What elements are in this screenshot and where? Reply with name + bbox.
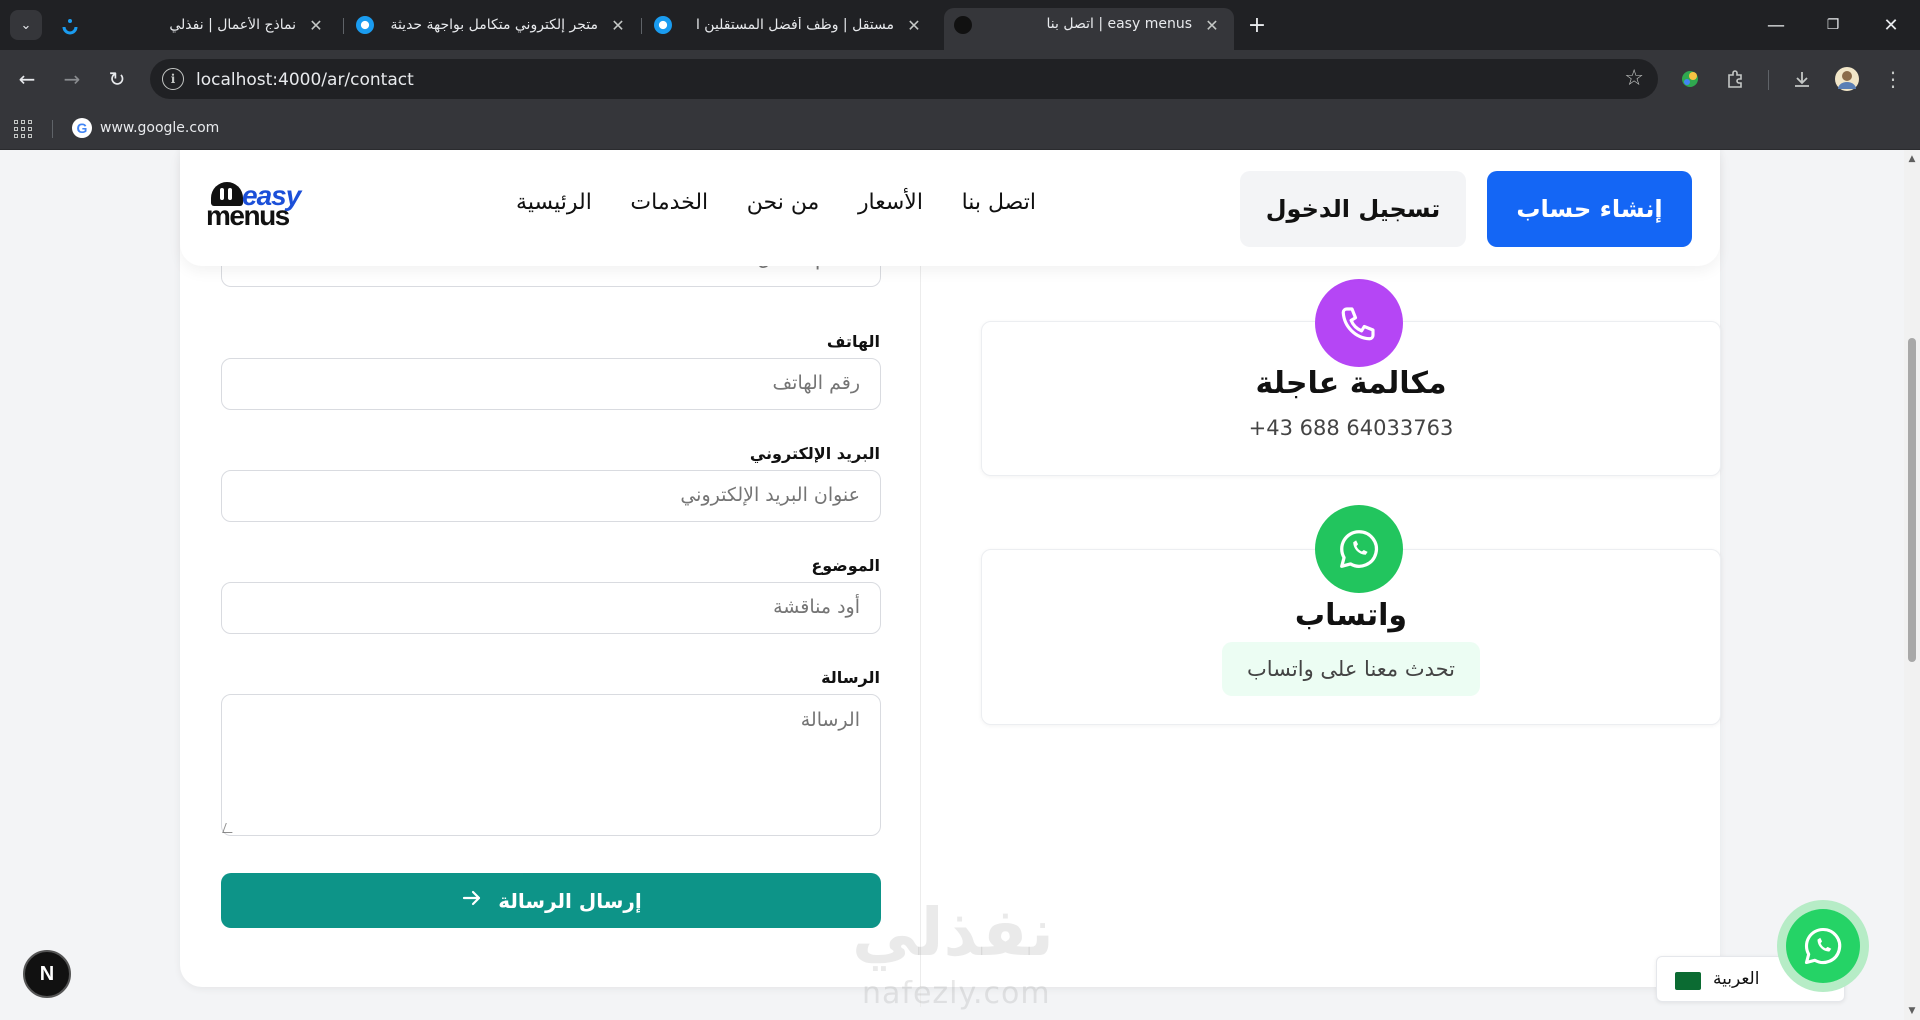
tab-title: مستقل | وظف أفضل المستقلين ا [695,17,894,33]
nav-link-contact[interactable]: اتصل بنا [962,190,1036,224]
tab-separator [343,18,344,34]
extension-colorful-icon[interactable] [1676,65,1704,93]
url-text[interactable]: localhost:4000/ar/contact [196,70,414,90]
mostaql-favicon-icon [356,16,374,34]
arrow-right-icon [460,886,484,915]
downloads-icon[interactable] [1788,65,1816,93]
nav-link-home[interactable]: الرئيسية [516,190,592,224]
send-message-label: إرسال الرسالة [498,888,642,913]
language-label: العربية [1713,969,1760,989]
window-close-button[interactable]: ✕ [1871,8,1911,42]
easy-menus-favicon-icon [954,16,972,34]
login-button[interactable]: تسجيل الدخول [1240,171,1466,247]
scroll-down-arrow-icon[interactable]: ▼ [1907,1006,1917,1016]
tab-mostaql-hire[interactable]: مستقل | وظف أفضل المستقلين ا ✕ [646,8,936,42]
register-button[interactable]: إنشاء حساب [1487,171,1692,247]
mostaql-favicon-icon [654,16,672,34]
phone-placeholder: رقم الهاتف [772,372,860,394]
bookmark-google[interactable]: G www.google.com [72,118,219,138]
reload-button[interactable]: ↻ [101,63,133,95]
floating-whatsapp-button[interactable] [1777,900,1869,992]
scroll-up-arrow-icon[interactable]: ▲ [1907,154,1917,164]
whatsapp-chat-link[interactable]: تحدث معنا على واتساب [1222,642,1480,696]
bookmark-star-icon[interactable]: ☆ [1624,66,1644,91]
profile-avatar-icon[interactable] [1833,65,1861,93]
nav-link-about[interactable]: من نحن [747,190,820,224]
phone-label: الهاتف [826,332,880,351]
tab-title: easy menus | اتصل بنا [1046,16,1193,32]
subject-input[interactable]: أود مناقشة [221,582,881,634]
forward-button[interactable]: → [56,63,88,95]
nafezly-favicon-icon[interactable] [58,14,82,38]
toolbar-separator [1768,70,1769,90]
phone-input[interactable]: رقم الهاتف [221,358,881,410]
saudi-flag-icon [1675,972,1701,990]
email-label: البريد الإلكتروني [749,444,880,463]
nav-link-services[interactable]: الخدمات [630,190,708,224]
close-icon[interactable]: ✕ [306,15,326,35]
tab-contact-active[interactable]: easy menus | اتصل بنا ✕ [944,8,1234,50]
browser-toolbar: ← → ↻ i localhost:4000/ar/contact ☆ ⋮ [0,50,1920,108]
bookmarks-bar: G www.google.com [0,108,1920,150]
close-icon[interactable]: ✕ [1202,15,1222,35]
logo-word-menus: menus [206,200,290,231]
back-button[interactable]: ← [11,63,43,95]
restore-button[interactable]: ❐ [1813,8,1853,42]
scrollbar-thumb[interactable] [1908,338,1916,662]
whatsapp-float-icon [1786,909,1860,983]
extensions-puzzle-icon[interactable] [1722,65,1750,93]
apps-grid-icon[interactable] [14,120,32,138]
phone-icon [1315,279,1403,367]
tab-search-dropdown-button[interactable]: ⌄ [10,10,42,40]
subject-label: الموضوع [811,556,880,575]
tab-title: متجر إلكتروني متكامل بواجهة حديثة [390,17,598,33]
address-bar[interactable]: i localhost:4000/ar/contact ☆ [150,59,1658,99]
browser-tab-bar: ⌄ نماذج الأعمال | نفذلي ✕ متجر إلكتروني … [0,0,1920,50]
next-dev-badge[interactable]: N [23,950,71,998]
tab-title: نماذج الأعمال | نفذلي [169,17,296,33]
urgent-call-number[interactable]: +43 688 64033763 [982,416,1720,440]
site-info-icon[interactable]: i [162,68,184,90]
tab-ecommerce-store[interactable]: متجر إلكتروني متكامل بواجهة حديثة ✕ [348,8,640,42]
message-placeholder: الرسالة [800,709,860,731]
subject-placeholder: أود مناقشة [773,596,860,618]
whatsapp-title: واتساب [1294,598,1408,633]
tab-nafezly-portfolio[interactable]: نماذج الأعمال | نفذلي ✕ [94,8,338,42]
easy-menus-logo[interactable]: easy menus [206,180,310,234]
bookmark-label: www.google.com [100,120,220,136]
new-tab-button[interactable]: + [1243,13,1271,38]
urgent-call-title: مكالمة عاجلة [1255,366,1447,401]
resize-handle-icon[interactable] [222,823,236,833]
message-label: الرسالة [821,668,880,687]
email-input[interactable]: عنوان البريد الإلكتروني [221,470,881,522]
site-navbar: easy menus الرئيسية الخدمات من نحن الأسع… [180,150,1720,266]
browser-menu-icon[interactable]: ⋮ [1879,65,1907,93]
page-viewport: الاسم الكامل الهاتف رقم الهاتف البريد ال… [0,150,1904,1020]
page-scrollbar[interactable]: ▲ ▼ [1904,150,1920,1020]
watermark-english: nafezly.com [862,976,1051,1011]
close-icon[interactable]: ✕ [904,15,924,35]
bookmark-separator [52,120,53,138]
minimize-button[interactable]: — [1756,8,1796,42]
send-message-button[interactable]: إرسال الرسالة [221,873,881,928]
tab-separator [641,18,642,34]
whatsapp-icon [1315,505,1403,593]
email-placeholder: عنوان البريد الإلكتروني [680,484,860,506]
nav-link-pricing[interactable]: الأسعار [858,190,923,224]
watermark-arabic: نفذلي [852,894,1056,971]
close-icon[interactable]: ✕ [608,15,628,35]
message-textarea[interactable]: الرسالة [221,694,881,836]
google-icon: G [72,118,92,138]
nav-links: الرئيسية الخدمات من نحن الأسعار اتصل بنا [516,190,1036,224]
